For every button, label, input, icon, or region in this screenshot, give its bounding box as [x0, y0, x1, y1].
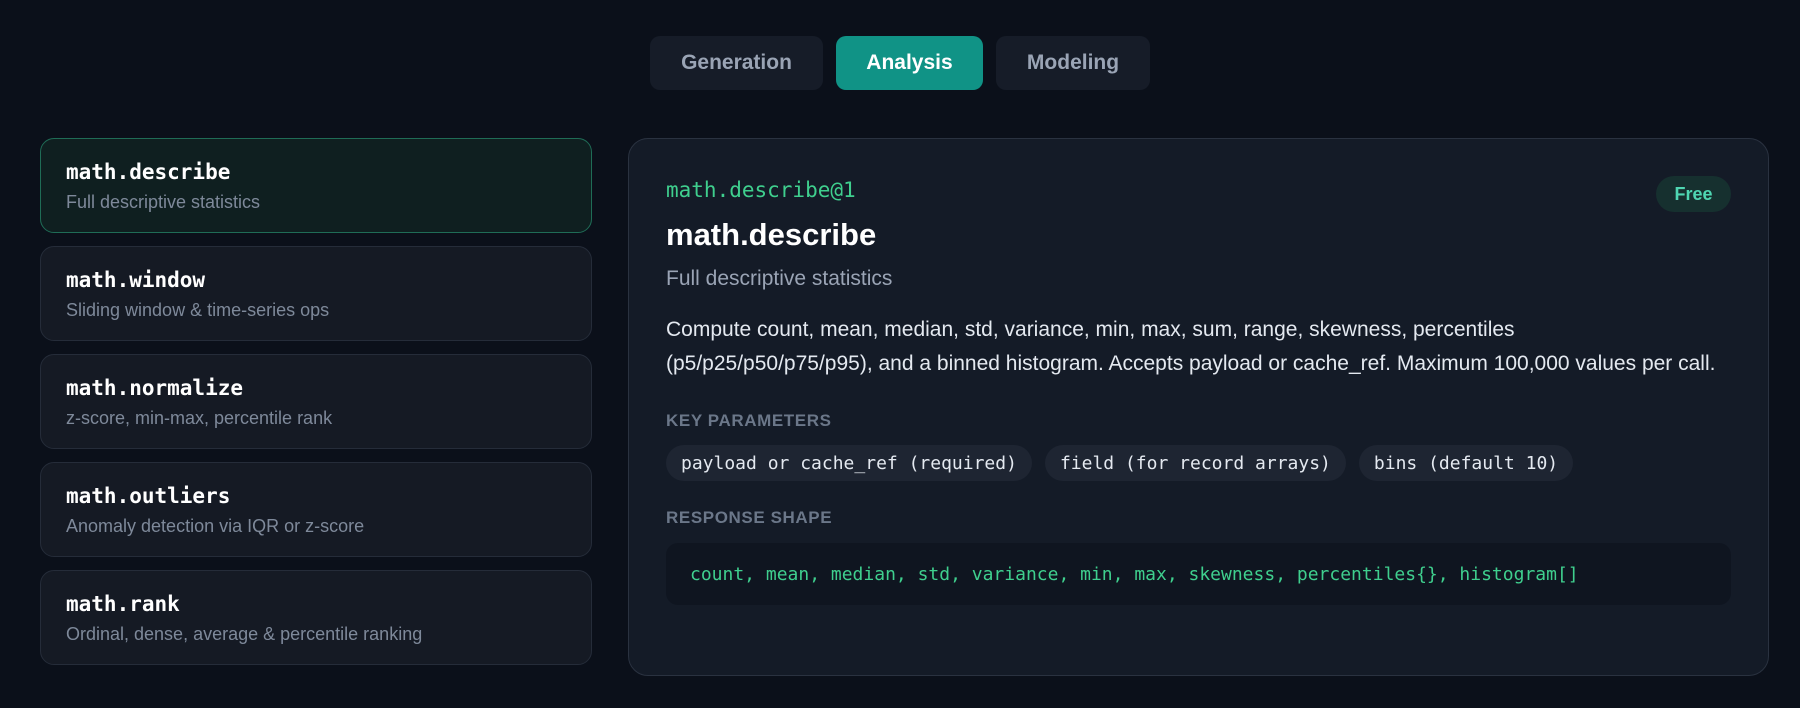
parameter-chip: payload or cache_ref (required): [666, 445, 1032, 481]
tool-card-math-rank[interactable]: math.rank Ordinal, dense, average & perc…: [40, 570, 592, 665]
parameter-chip: field (for record arrays): [1044, 445, 1346, 481]
key-parameters-label: KEY PARAMETERS: [666, 411, 832, 430]
detail-description: Compute count, mean, median, std, varian…: [666, 318, 1716, 375]
tool-description: Full descriptive statistics: [66, 192, 261, 212]
parameter-chip: bins (default 10): [1358, 445, 1574, 481]
tool-card-math-outliers[interactable]: math.outliers Anomaly detection via IQR …: [40, 462, 592, 557]
tool-name: math.describe: [66, 160, 231, 184]
tool-card-math-window[interactable]: math.window Sliding window & time-series…: [40, 246, 592, 341]
tool-list: math.describe Full descriptive statistic…: [40, 138, 592, 665]
parameter-list: payload or cache_ref (required) field (f…: [666, 445, 1731, 481]
category-tabs: Generation Analysis Modeling: [0, 36, 1800, 90]
tool-description: Anomaly detection via IQR or z-score: [66, 516, 365, 536]
tool-detail-panel: Free math.describe@1 math.describe Full …: [628, 138, 1769, 676]
tab-modeling[interactable]: Modeling: [996, 36, 1150, 90]
response-shape-code: count, mean, median, std, variance, min,…: [666, 543, 1731, 605]
tool-name: math.window: [66, 268, 206, 292]
tool-description: z-score, min-max, percentile rank: [66, 408, 333, 428]
tool-description: Ordinal, dense, average & percentile ran…: [66, 624, 423, 644]
pricing-badge: Free: [1656, 176, 1731, 212]
tool-version-id: math.describe@1: [666, 178, 856, 202]
tool-name: math.normalize: [66, 376, 244, 400]
response-shape-label: RESPONSE SHAPE: [666, 508, 833, 527]
tab-analysis[interactable]: Analysis: [836, 36, 983, 90]
tool-name: math.rank: [66, 592, 180, 616]
detail-subtitle: Full descriptive statistics: [666, 267, 893, 290]
tool-name: math.outliers: [66, 484, 231, 508]
tool-description: Sliding window & time-series ops: [66, 300, 330, 320]
tool-card-math-normalize[interactable]: math.normalize z-score, min-max, percent…: [40, 354, 592, 449]
tab-generation[interactable]: Generation: [650, 36, 823, 90]
detail-title: math.describe: [666, 217, 877, 252]
tool-card-math-describe[interactable]: math.describe Full descriptive statistic…: [40, 138, 592, 233]
